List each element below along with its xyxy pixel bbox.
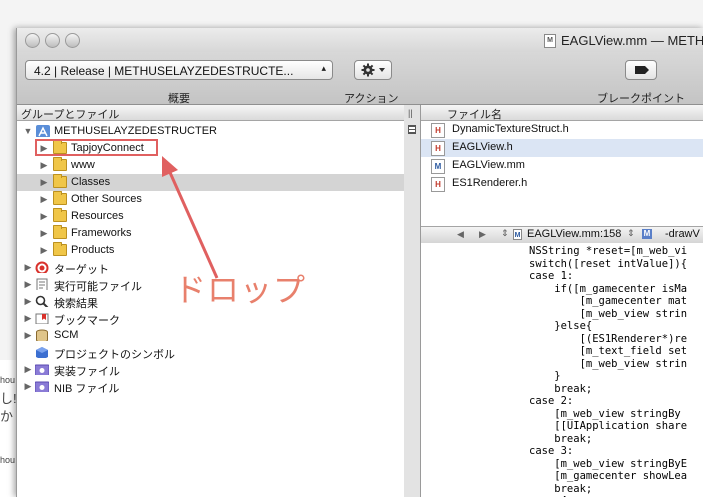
annotation-arrow (162, 156, 219, 279)
annotation-label: ドロップ (174, 272, 307, 308)
